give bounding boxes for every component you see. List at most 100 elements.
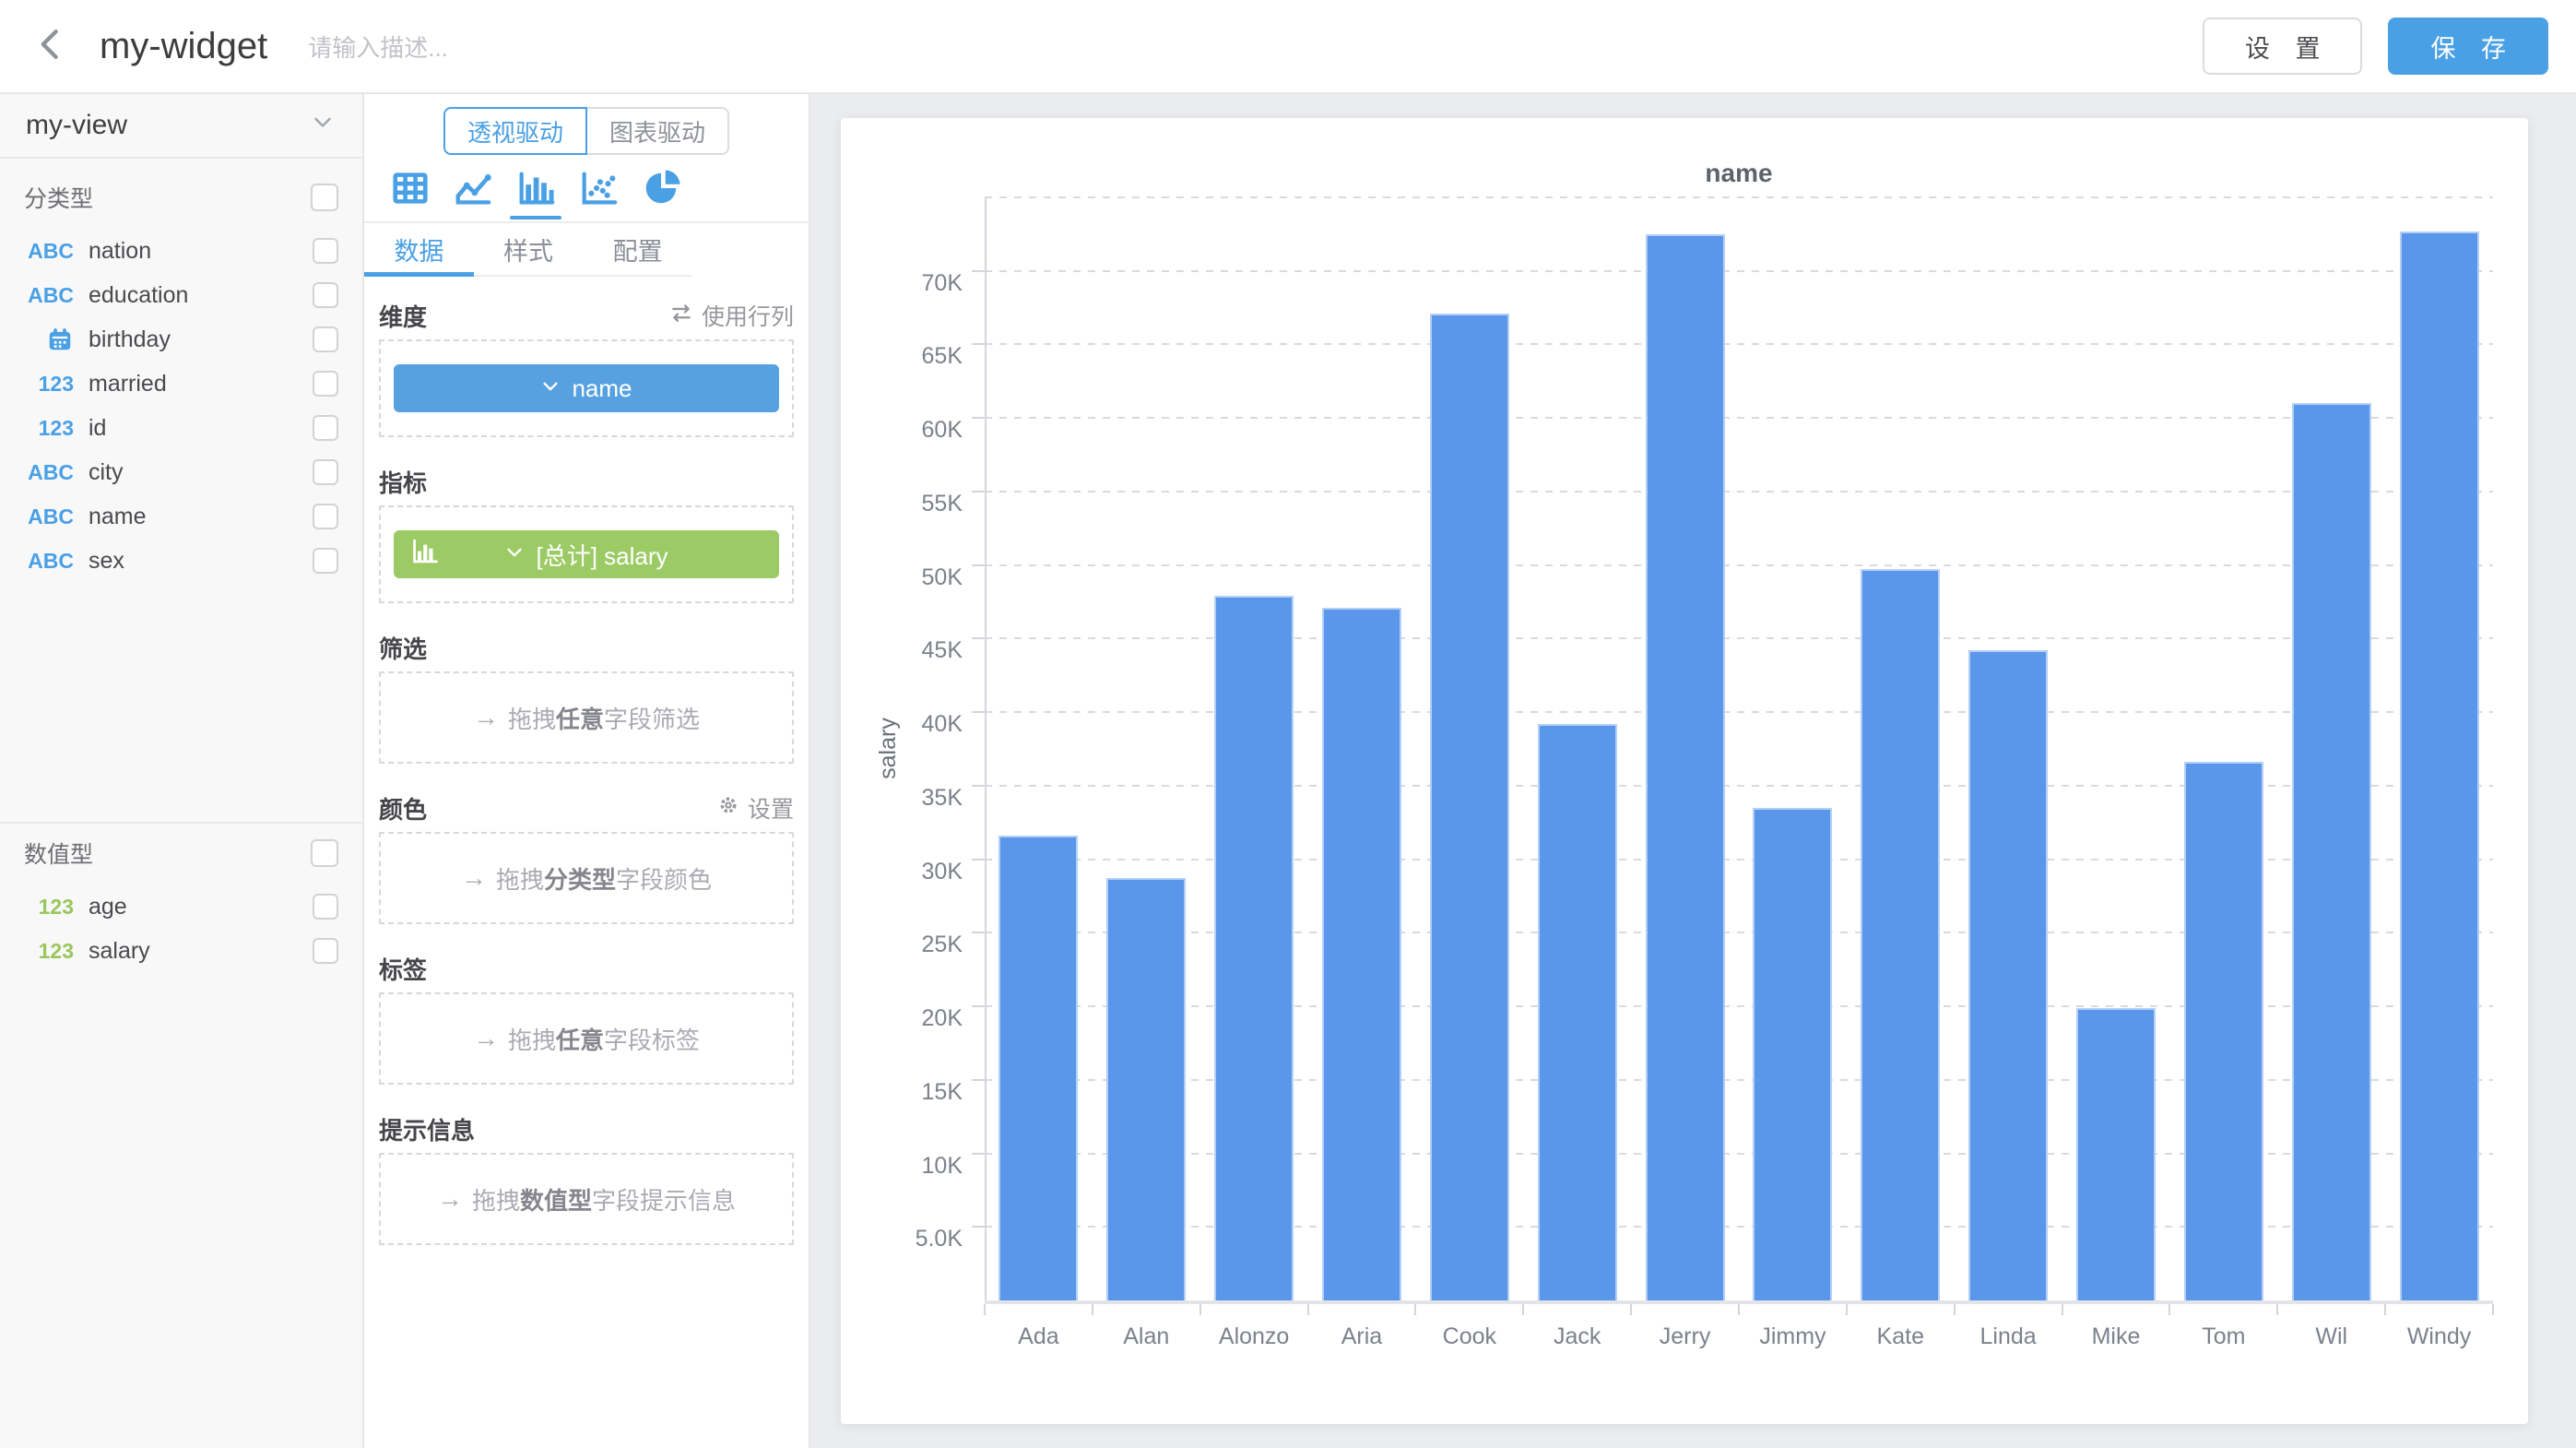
- view-name: my-view: [26, 110, 127, 141]
- gear-icon: [716, 793, 740, 824]
- field-checkbox[interactable]: [313, 504, 338, 529]
- line-chart-icon[interactable]: [445, 162, 501, 214]
- metric-dropzone[interactable]: [总计] salary: [379, 505, 794, 603]
- section-checkbox[interactable]: [311, 839, 338, 867]
- field-item-age[interactable]: 123age: [0, 884, 362, 929]
- bar-Mike[interactable]: [2076, 1008, 2156, 1300]
- bar-Jerry[interactable]: [1646, 234, 1725, 1300]
- y-axis-tick: [972, 932, 985, 933]
- bar-Kate[interactable]: [1861, 569, 1940, 1300]
- chart-type-row: [364, 155, 809, 223]
- bar-Aria[interactable]: [1322, 608, 1401, 1300]
- y-axis-tick: [972, 491, 985, 493]
- x-axis-tick: [2276, 1304, 2278, 1315]
- text-type-icon: ABC: [0, 239, 74, 264]
- y-tick-label: 65K: [841, 342, 963, 370]
- field-item-education[interactable]: ABCeducation: [0, 273, 362, 317]
- x-axis-tick: [2492, 1304, 2494, 1315]
- filter-drop-hint: → 拖拽任意字段筛选: [473, 701, 700, 735]
- view-selector[interactable]: my-view: [0, 94, 362, 159]
- section-header: 数值型: [0, 829, 362, 877]
- y-tick-label: 20K: [841, 1004, 963, 1032]
- metric-pill-salary[interactable]: [总计] salary: [394, 530, 779, 578]
- dimension-dropzone[interactable]: name: [379, 339, 794, 437]
- field-section-numeric: 数值型 123age123salary: [0, 822, 362, 973]
- field-item-birthday[interactable]: birthday: [0, 317, 362, 362]
- y-tick-label: 15K: [841, 1078, 963, 1106]
- bar-Wil[interactable]: [2292, 403, 2371, 1300]
- bar-Tom[interactable]: [2184, 762, 2263, 1300]
- mode-tab-pivot[interactable]: 透视驱动: [443, 107, 587, 155]
- field-name: education: [89, 282, 188, 309]
- x-axis-tick: [2062, 1304, 2063, 1315]
- x-axis-tick: [1092, 1304, 1093, 1315]
- field-name: name: [89, 504, 147, 530]
- field-checkbox[interactable]: [313, 459, 338, 485]
- use-rows-cols-action[interactable]: 使用行列: [668, 299, 794, 332]
- gridline: [985, 1005, 2493, 1007]
- x-axis-tick: [1307, 1304, 1309, 1315]
- field-item-married[interactable]: 123married: [0, 362, 362, 406]
- section-checkbox[interactable]: [311, 184, 338, 211]
- save-button[interactable]: 保 存: [2388, 18, 2548, 75]
- x-axis-tick: [1954, 1304, 1956, 1315]
- tag-dropzone[interactable]: → 拖拽任意字段标签: [379, 992, 794, 1085]
- chevron-down-icon: [309, 108, 337, 143]
- tooltip-dropzone[interactable]: → 拖拽数值型字段提示信息: [379, 1153, 794, 1245]
- y-axis-tick: [972, 564, 985, 566]
- y-tick-label: 35K: [841, 784, 963, 812]
- color-dropzone[interactable]: → 拖拽分类型字段颜色: [379, 832, 794, 924]
- gridline: [985, 417, 2493, 419]
- bar-Windy[interactable]: [2400, 231, 2479, 1300]
- scatter-chart-icon[interactable]: [571, 162, 626, 214]
- field-checkbox[interactable]: [313, 894, 338, 920]
- bar-Jimmy[interactable]: [1753, 808, 1832, 1300]
- x-tick-label-Aria: Aria: [1308, 1321, 1416, 1352]
- tab-config[interactable]: 配置: [583, 223, 692, 275]
- x-tick-label-Mike: Mike: [2062, 1321, 2170, 1352]
- back-button[interactable]: [28, 22, 76, 70]
- mode-tab-chart[interactable]: 图表驱动: [587, 107, 729, 155]
- field-checkbox[interactable]: [313, 938, 338, 964]
- field-name: salary: [89, 938, 150, 965]
- chevron-left-icon: [31, 24, 72, 69]
- bar-Jack[interactable]: [1538, 724, 1617, 1300]
- bar-Cook[interactable]: [1430, 314, 1509, 1300]
- field-checkbox[interactable]: [313, 548, 338, 574]
- field-checkbox[interactable]: [313, 238, 338, 264]
- y-tick-label: 40K: [841, 710, 963, 738]
- color-settings-action[interactable]: 设置: [716, 791, 794, 825]
- tab-style[interactable]: 样式: [474, 223, 584, 275]
- pie-chart-icon[interactable]: [633, 162, 689, 214]
- field-item-id[interactable]: 123id: [0, 406, 362, 450]
- field-checkbox[interactable]: [313, 415, 338, 441]
- field-name: nation: [89, 238, 151, 265]
- y-axis-line: [985, 197, 987, 1304]
- section-label: 数值型: [24, 837, 93, 870]
- field-checkbox[interactable]: [313, 326, 338, 352]
- bar-Ada[interactable]: [998, 836, 1078, 1300]
- bar-Linda[interactable]: [1968, 650, 2048, 1300]
- x-tick-label-Alan: Alan: [1093, 1321, 1200, 1352]
- settings-button[interactable]: 设 置: [2203, 18, 2363, 75]
- field-checkbox[interactable]: [313, 371, 338, 397]
- field-item-nation[interactable]: ABC nation: [0, 229, 362, 273]
- table-chart-icon[interactable]: [383, 162, 438, 214]
- section-label: 分类型: [24, 181, 93, 214]
- bar-chart-icon[interactable]: [508, 162, 563, 214]
- filter-dropzone[interactable]: → 拖拽任意字段筛选: [379, 671, 794, 764]
- field-checkbox[interactable]: [313, 282, 338, 308]
- bar-Alan[interactable]: [1106, 878, 1186, 1300]
- y-axis-tick: [972, 343, 985, 345]
- tab-data[interactable]: 数据: [364, 223, 474, 275]
- gridline: [985, 196, 2493, 198]
- y-tick-label: 30K: [841, 858, 963, 885]
- field-item-sex[interactable]: ABCsex: [0, 539, 362, 583]
- field-item-city[interactable]: ABCcity: [0, 450, 362, 494]
- field-item-name[interactable]: ABCname: [0, 494, 362, 539]
- description-input[interactable]: 请输入描述...: [308, 30, 448, 64]
- field-item-salary[interactable]: 123salary: [0, 929, 362, 973]
- bar-Alonzo[interactable]: [1214, 596, 1294, 1300]
- dimension-pill-name[interactable]: name: [394, 364, 779, 412]
- y-axis-tick: [972, 417, 985, 419]
